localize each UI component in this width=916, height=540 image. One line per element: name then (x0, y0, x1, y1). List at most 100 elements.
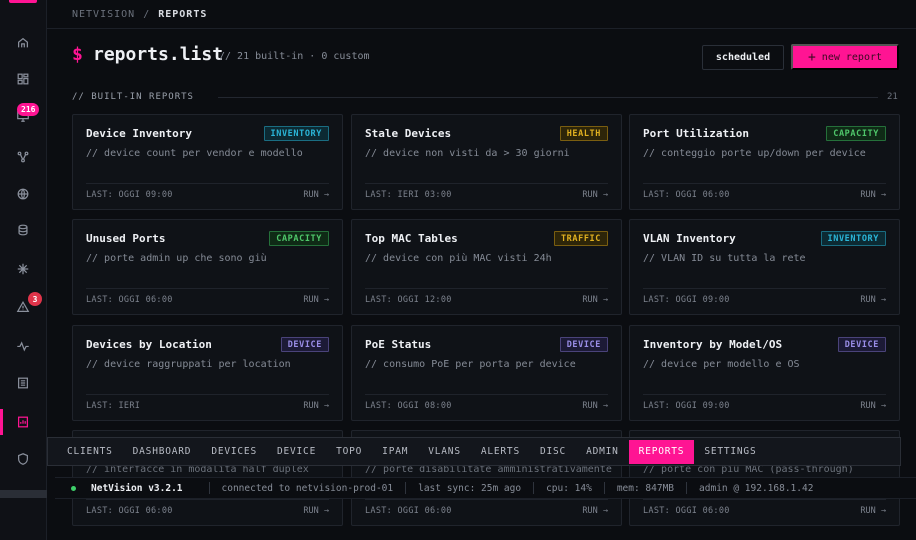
report-card[interactable]: PoE Status DEVICE // consumo PoE per porta… (351, 325, 622, 421)
shield-icon[interactable] (11, 447, 35, 471)
report-card[interactable]: Unused Ports CAPACITY// porte admin up ch… (72, 219, 343, 315)
section-label: // BUILT-IN REPORTS (72, 92, 194, 102)
report-card-divider (643, 499, 886, 500)
app-logo[interactable] (9, 0, 37, 3)
report-card-run-link[interactable]: RUN → (582, 401, 608, 411)
report-card-title: Stale Devices (365, 127, 452, 140)
new-report-button[interactable]: + new report (791, 44, 899, 70)
report-card-category-tag: DEVICE (559, 337, 608, 352)
report-card-run-link[interactable]: RUN → (860, 190, 886, 200)
connection-status-dot (71, 485, 76, 491)
report-card-last-run: LAST: OGGI 06:00 (86, 506, 173, 516)
report-card-category-tag: CAPACITY (826, 126, 886, 141)
report-card-last-run: LAST: IERI (86, 401, 141, 411)
report-card-run-link[interactable]: RUN → (860, 506, 886, 516)
plus-icon: + (807, 49, 816, 65)
report-card-run-link[interactable]: RUN → (303, 190, 329, 200)
globe-icon[interactable] (11, 182, 35, 206)
report-card-title: Unused Ports (86, 232, 166, 245)
report-card-last-run: LAST: OGGI 06:00 (86, 295, 173, 305)
report-card-title: Inventory by Model/OS (643, 338, 783, 351)
report-card-run-link[interactable]: RUN → (582, 506, 608, 516)
home-icon[interactable] (11, 31, 35, 55)
report-card[interactable]: Device Inventory INVENTORY // device count… (72, 114, 343, 210)
report-card-divider (643, 394, 886, 395)
report-card-last-run: LAST: OGGI 09:00 (643, 401, 730, 411)
report-card[interactable]: Top MAC Tables TRAFFIC// device con più M… (351, 219, 622, 315)
nav-tab-vlans[interactable]: VLANS (418, 440, 471, 464)
report-card-last-run: LAST: OGGI 12:00 (365, 295, 452, 305)
nav-tab-admin[interactable]: ADMIN (576, 440, 629, 464)
report-card-divider (365, 183, 608, 184)
report-card-divider (365, 288, 608, 289)
report-card-run-link[interactable]: RUN → (860, 401, 886, 411)
breadcrumb-app[interactable]: NETVISION (72, 9, 135, 20)
activity-icon[interactable] (11, 334, 35, 358)
layers-icon[interactable] (11, 218, 35, 242)
status-connection: connected to netvision-prod-01 (221, 482, 394, 494)
discovery-icon[interactable] (11, 257, 35, 281)
report-card-description: // device non visti da > 30 giorni (365, 148, 570, 159)
status-separator (603, 482, 605, 494)
breadcrumb-separator: / (143, 9, 151, 20)
report-card-run-link[interactable]: RUN → (582, 295, 608, 305)
report-card-last-run: LAST: OGGI 06:00 (643, 506, 730, 516)
nav-tab-topo[interactable]: TOPO (326, 440, 372, 464)
report-card-description: // VLAN ID su tutta la rete (643, 253, 806, 264)
report-card[interactable]: Devices by Location DEVICE // device raggr… (72, 325, 343, 421)
nav-tab-disc[interactable]: DISC (530, 440, 576, 464)
nav-tab-settings[interactable]: SETTINGS (694, 440, 766, 464)
report-card-run-link[interactable]: RUN → (860, 295, 886, 305)
dashboard-icon[interactable] (11, 67, 35, 91)
scheduled-button[interactable]: scheduled (702, 45, 784, 70)
report-card-description: // device raggruppati per location (86, 359, 291, 370)
report-card-category-tag: TRAFFIC (553, 231, 608, 246)
nav-tab-ipam[interactable]: IPAM (372, 440, 418, 464)
nav-tab-dashboard[interactable]: DASHBOARD (123, 440, 202, 464)
report-card[interactable]: Port Utilization CAPACITY // conteggio por… (629, 114, 900, 210)
breadcrumb-current: REPORTS (158, 9, 208, 20)
reports-icon[interactable] (11, 410, 35, 434)
report-card-title: Devices by Location (86, 338, 212, 351)
nav-tab-clients[interactable]: CLIENTS (57, 440, 123, 464)
report-card-title: Device Inventory (86, 127, 192, 140)
report-card-divider (86, 499, 329, 500)
report-card-divider (86, 394, 329, 395)
new-report-label: new report (821, 51, 883, 63)
report-card-divider (86, 288, 329, 289)
list-icon[interactable] (11, 371, 35, 395)
nav-tab-reports[interactable]: REPORTS (628, 439, 695, 464)
page-title: reports.list (93, 44, 224, 65)
status-separator (405, 482, 407, 494)
sidebar: 216 3 (0, 0, 47, 540)
section-count: 21 (887, 92, 898, 102)
status-mem: mem: 847MB (616, 482, 675, 494)
report-card-category-tag: DEVICE (280, 337, 329, 352)
topology-icon[interactable] (11, 145, 35, 169)
status-separator (208, 482, 210, 494)
sidebar-collapse-handle[interactable] (0, 490, 47, 498)
report-card[interactable]: Stale Devices HEALTH // device non visti d… (351, 114, 622, 210)
report-card-run-link[interactable]: RUN → (582, 190, 608, 200)
report-card-last-run: LAST: OGGI 06:00 (643, 190, 730, 200)
nav-tab-devices[interactable]: DEVICES (201, 440, 267, 464)
nav-tab-device[interactable]: DEVICE (267, 440, 326, 464)
report-card-title: VLAN Inventory (643, 232, 736, 245)
status-app-version: NetVision v3.2.1 (91, 482, 183, 494)
report-card-description: // device con più MAC visti 24h (365, 253, 552, 264)
page-subtitle: // 21 built-in · 0 custom (219, 51, 370, 62)
report-card-description: // device per modello e OS (643, 359, 800, 370)
alerts-count-badge: 3 (28, 292, 42, 306)
status-cpu: cpu: 14% (546, 482, 592, 494)
report-card[interactable]: Inventory by Model/OS DEVICE // device per… (629, 325, 900, 421)
nav-tab-alerts[interactable]: ALERTS (471, 440, 530, 464)
report-card-run-link[interactable]: RUN → (303, 295, 329, 305)
report-card-run-link[interactable]: RUN → (303, 506, 329, 516)
report-card-category-tag: HEALTH (559, 126, 608, 141)
report-card-run-link[interactable]: RUN → (303, 401, 329, 411)
report-card-title: Top MAC Tables (365, 232, 458, 245)
status-user: admin @ 192.168.1.42 (699, 482, 814, 494)
report-card[interactable]: VLAN Inventory INVENTORY // VLAN ID su tut… (629, 219, 900, 315)
report-card-title: PoE Status (365, 338, 432, 351)
report-card-last-run: LAST: OGGI 09:00 (86, 190, 173, 200)
